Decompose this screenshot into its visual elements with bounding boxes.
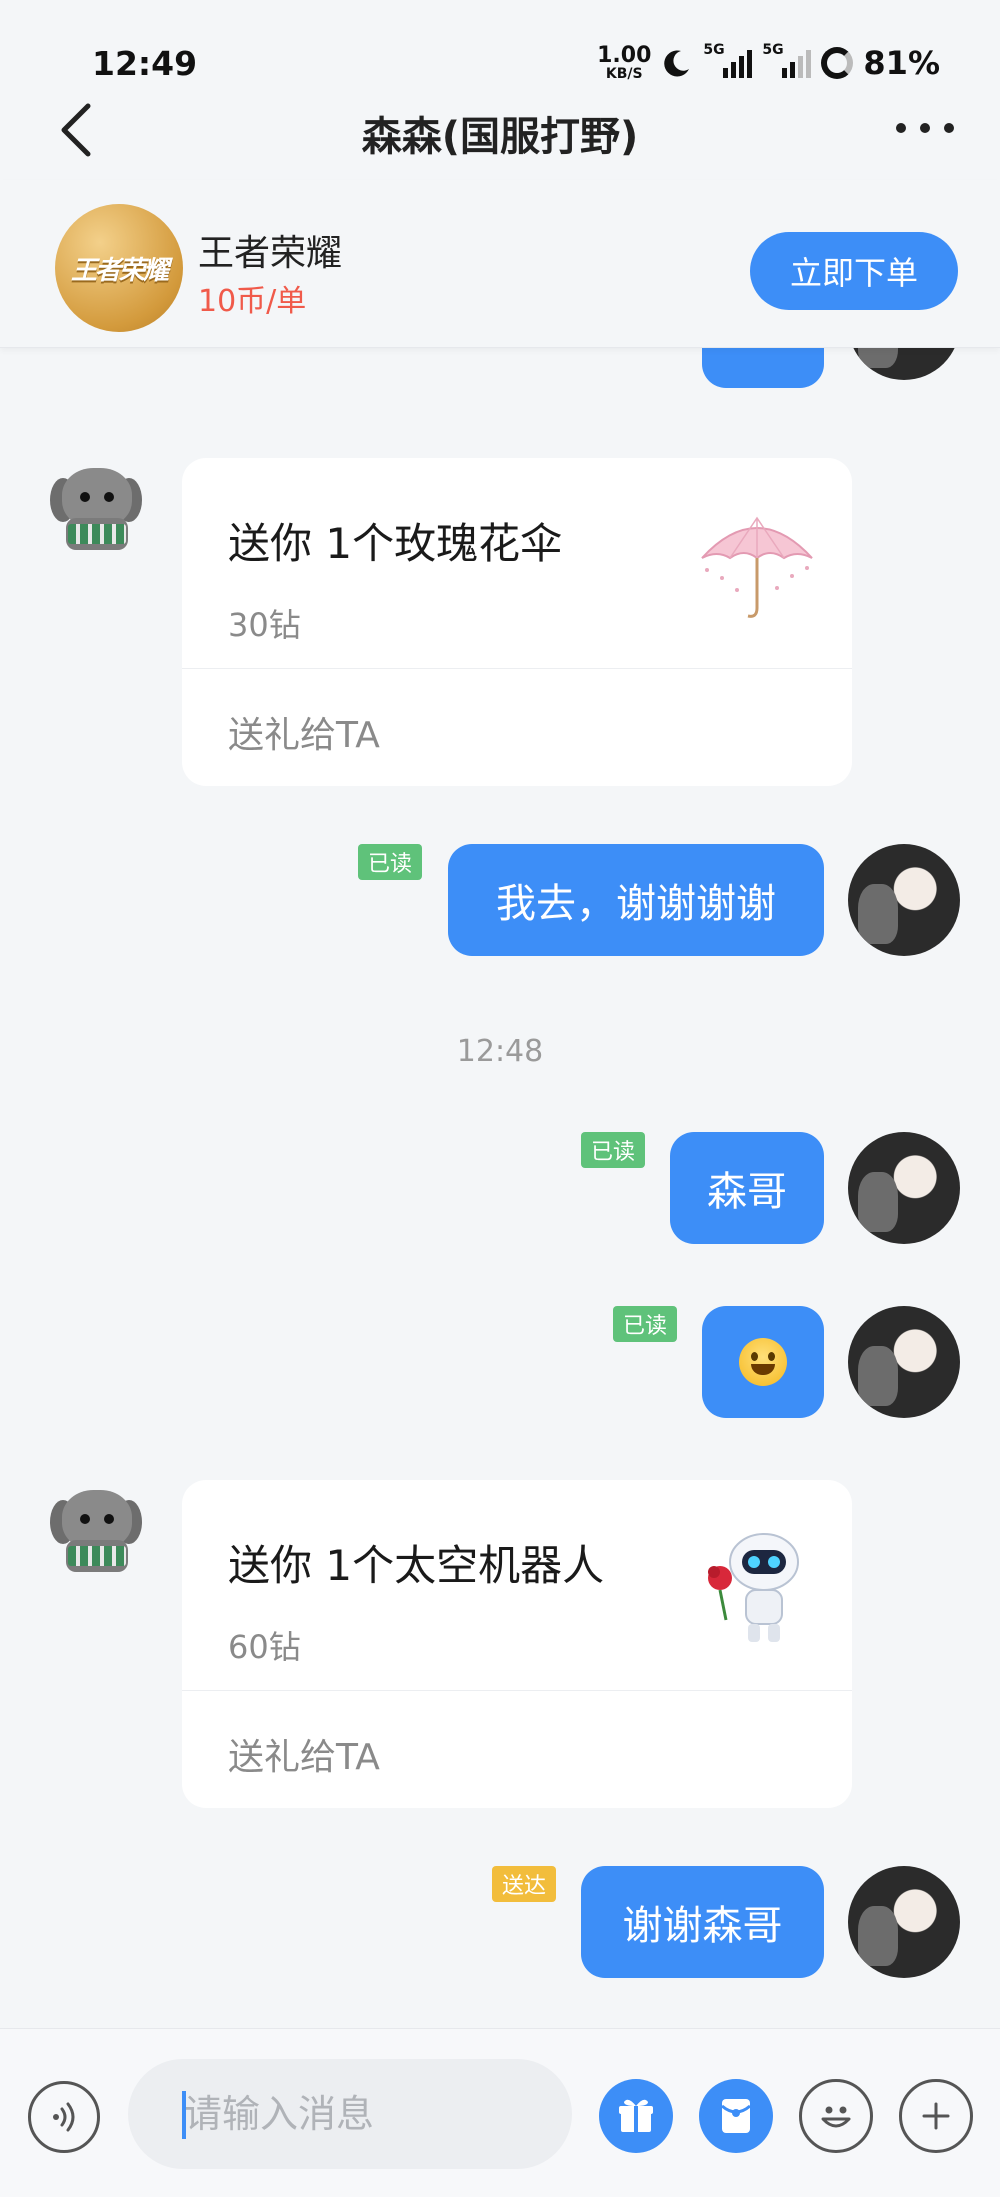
battery-percent: 81%: [863, 44, 940, 82]
send-gift-link[interactable]: 送礼给TA: [228, 1728, 380, 1780]
network-speed: 1.00 KB/S: [597, 43, 652, 82]
self-avatar[interactable]: [848, 348, 960, 380]
gift-card[interactable]: 送你 1个玫瑰花伞 30钻 送礼给TA: [182, 458, 852, 786]
network-speed-unit: KB/S: [605, 66, 643, 82]
more-dot-icon: [920, 123, 930, 133]
nav-bar: 森森(国服打野): [0, 90, 1000, 170]
delivered-status-badge: 送达: [492, 1866, 557, 1902]
plus-icon: [922, 2102, 950, 2130]
read-status-badge: 已读: [613, 1306, 678, 1342]
emoji-button[interactable]: [799, 2079, 873, 2153]
game-service-bar: 王者荣耀 王者荣耀 10币/单 立即下单: [0, 180, 1000, 348]
read-status-badge: 已读: [358, 844, 423, 880]
moon-icon: [664, 50, 690, 77]
message-bubble[interactable]: [702, 1306, 824, 1418]
game-logo-text: 王者荣耀: [70, 255, 169, 286]
voice-icon: [53, 2102, 75, 2132]
more-dot-icon: [944, 123, 954, 133]
rose-umbrella-icon: [701, 516, 813, 618]
other-avatar[interactable]: [42, 1474, 154, 1586]
gift-title: 送你 1个太空机器人: [228, 1541, 605, 1590]
more-options-button[interactable]: [890, 108, 960, 148]
game-price: 10币/单: [198, 284, 307, 319]
battery-icon: [821, 47, 854, 79]
message-bubble[interactable]: 谢谢森哥: [581, 1866, 824, 1978]
signal-icon-1: 5G: [703, 42, 753, 78]
voice-button[interactable]: [28, 2081, 100, 2153]
self-avatar[interactable]: [848, 1306, 960, 1418]
other-avatar[interactable]: [42, 452, 154, 564]
send-gift-link[interactable]: 送礼给TA: [228, 706, 380, 758]
time-divider: 12:48: [456, 1034, 544, 1069]
gift-divider: [182, 668, 852, 669]
order-now-button[interactable]: 立即下单: [750, 232, 958, 310]
more-actions-button[interactable]: [899, 2079, 973, 2153]
gift-cost: 30钻: [228, 606, 301, 644]
read-status-badge: 已读: [581, 1132, 646, 1168]
text-caret: [182, 2091, 186, 2139]
grinning-face-emoji-icon: [739, 1338, 787, 1386]
emoji-icon: [821, 2106, 851, 2128]
self-avatar[interactable]: [848, 844, 960, 956]
space-robot-icon: [708, 1533, 799, 1642]
gift-title: 送你 1个玫瑰花伞: [228, 519, 563, 568]
dog-avatar-icon: [48, 458, 144, 554]
self-avatar[interactable]: [848, 1866, 960, 1978]
gift-card[interactable]: 送你 1个太空机器人 60钻 送礼给TA: [182, 1480, 852, 1808]
message-bubble[interactable]: 我去，谢谢谢谢: [448, 844, 824, 956]
chat-area[interactable]: 送你 1个玫瑰花伞 30钻 送礼给TA 已读 我去，谢谢谢谢 12:48 已读 …: [0, 348, 1000, 2028]
page-title: 森森(国服打野): [361, 114, 639, 160]
red-packet-button[interactable]: [699, 2079, 773, 2153]
dog-avatar-icon: [48, 1480, 144, 1576]
game-name: 王者荣耀: [198, 233, 343, 274]
input-bar: [0, 2028, 1000, 2197]
message-bubble[interactable]: 森哥: [670, 1132, 824, 1244]
self-avatar[interactable]: [848, 1132, 960, 1244]
gift-cost: 60钻: [228, 1628, 301, 1666]
gift-button[interactable]: [599, 2079, 673, 2153]
status-indicators: 1.00 KB/S 5G 5G 81%: [597, 42, 940, 82]
game-logo: 王者荣耀: [55, 204, 183, 332]
signal-label: 5G: [703, 42, 725, 58]
gift-divider: [182, 1690, 852, 1691]
more-dot-icon: [896, 123, 906, 133]
red-packet-icon: [721, 2099, 751, 2133]
signal-icon-2: 5G: [762, 42, 812, 78]
status-time: 12:49: [92, 44, 198, 83]
message-input[interactable]: [128, 2059, 572, 2169]
gift-icon: [619, 2099, 653, 2132]
network-speed-value: 1.00: [597, 43, 652, 68]
message-bubble-partial[interactable]: [702, 348, 824, 388]
signal-label: 5G: [762, 42, 784, 58]
